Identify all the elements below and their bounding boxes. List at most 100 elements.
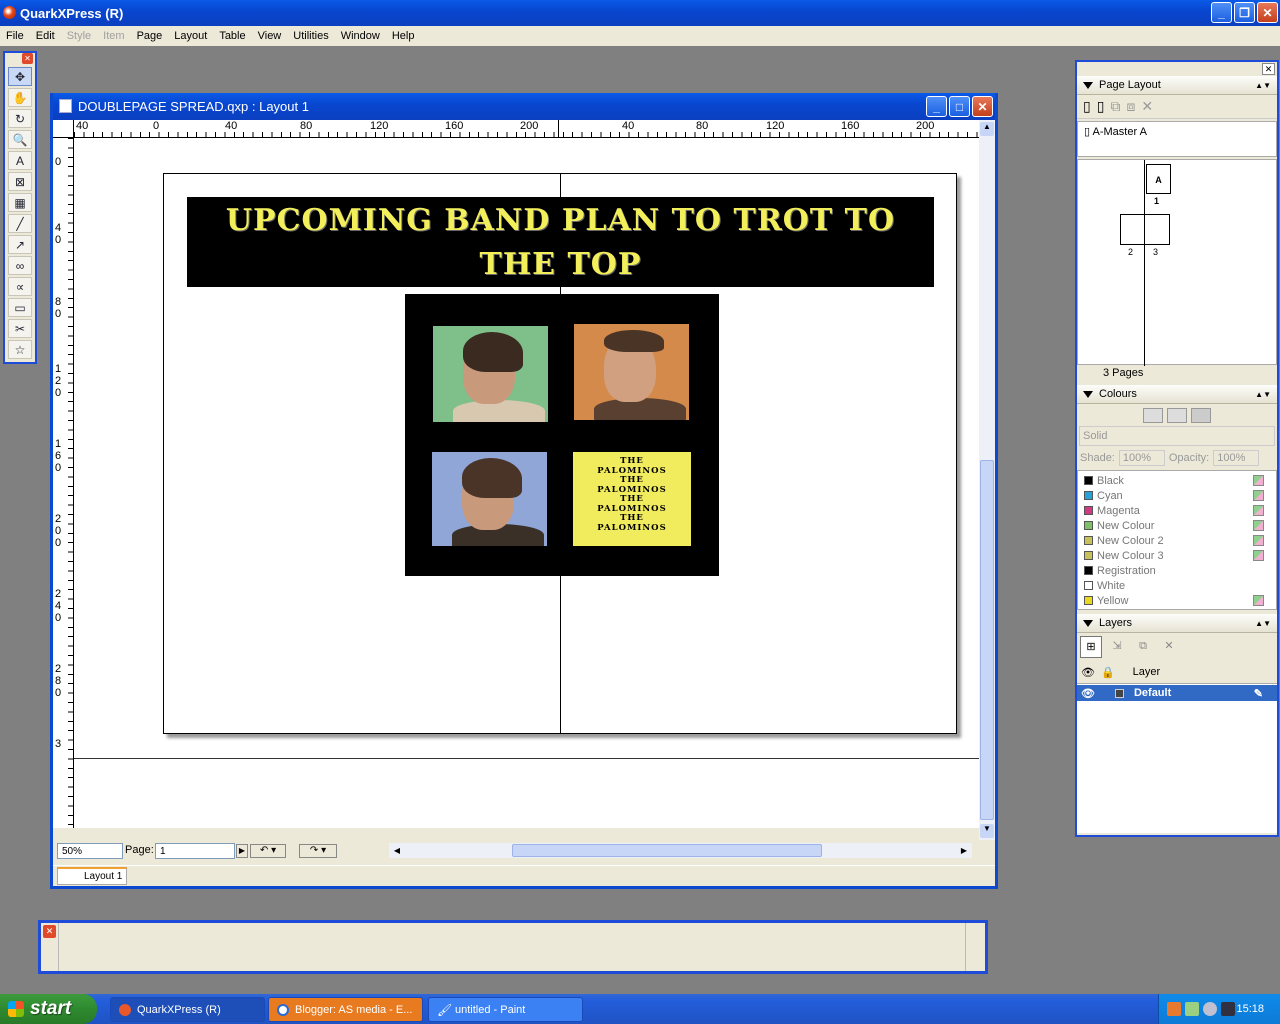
text-box-tool-icon[interactable]: A — [8, 151, 32, 170]
task-paint[interactable]: 🖌 untitled - Paint — [428, 997, 583, 1022]
horizontal-scroll-thumb[interactable] — [512, 844, 822, 857]
ruler-origin[interactable] — [53, 120, 74, 138]
scroll-up-button[interactable]: ▲ — [980, 122, 994, 136]
close-icon[interactable]: ✕ — [1262, 63, 1275, 75]
scissors-tool-icon[interactable]: ✂ — [8, 319, 32, 338]
palette-menu-icon[interactable]: ▲▼ — [1255, 619, 1271, 628]
tab-layout-1[interactable]: Layout 1 — [57, 867, 127, 885]
tray-network-icon[interactable] — [1185, 1002, 1199, 1016]
menu-page[interactable]: Page — [131, 30, 169, 42]
doc-minimize-button[interactable]: _ — [926, 96, 947, 117]
palette-menu-icon[interactable]: ▲▼ — [1255, 390, 1271, 399]
master-item[interactable]: A-Master A — [1093, 126, 1147, 138]
shade-field[interactable]: 100% — [1118, 450, 1165, 466]
vertical-ruler[interactable]: 0 4 0 8 0 1 2 0 1 6 0 2 0 0 2 4 0 2 8 0 … — [53, 138, 74, 828]
layer-row-default[interactable]: 👁 Default ✎ — [1077, 685, 1277, 701]
table-tool-icon[interactable]: ▦ — [8, 193, 32, 212]
spread-2-3-thumbnail[interactable] — [1120, 214, 1170, 245]
task-blogger[interactable]: Blogger: AS media - E... — [268, 997, 423, 1022]
headline-box[interactable]: Upcoming band plan to trot to the top — [187, 197, 934, 287]
unlink-tool-icon[interactable]: ∝ — [8, 277, 32, 296]
delete-page-icon[interactable]: ✕ — [1141, 98, 1153, 115]
single-page-icon[interactable]: ▯ — [1083, 98, 1091, 115]
colour-item[interactable]: White — [1078, 578, 1276, 593]
rotate-tool-icon[interactable]: ↻ — [8, 109, 32, 128]
visibility-icon[interactable]: 👁 — [1081, 687, 1095, 700]
colours-header[interactable]: Colours ▲▼ — [1077, 385, 1277, 404]
starburst-tool-icon[interactable]: ☆ — [8, 340, 32, 359]
colour-item[interactable]: Black — [1078, 473, 1276, 488]
apply-master-icon[interactable]: ⧈ — [1126, 98, 1135, 115]
vertical-scrollbar[interactable]: ▲ ▼ — [979, 120, 995, 840]
minimize-button[interactable]: _ — [1211, 2, 1232, 23]
new-layer-icon[interactable]: ⊞ — [1080, 636, 1102, 658]
page-spread[interactable]: Upcoming band plan to trot to the top TH… — [163, 173, 957, 734]
scroll-left-button[interactable]: ◀ — [390, 843, 404, 858]
menu-utilities[interactable]: Utilities — [287, 30, 334, 42]
colour-item[interactable]: Magenta — [1078, 503, 1276, 518]
menu-help[interactable]: Help — [386, 30, 421, 42]
palette-menu-icon[interactable]: ▲▼ — [1255, 81, 1271, 90]
zoom-field[interactable]: 50% — [57, 843, 123, 859]
colour-item[interactable]: Registration — [1078, 563, 1276, 578]
composition-zones-tool-icon[interactable]: ▭ — [8, 298, 32, 317]
menu-edit[interactable]: Edit — [30, 30, 61, 42]
frame-colour-icon[interactable] — [1143, 407, 1163, 423]
menu-layout[interactable]: Layout — [168, 30, 213, 42]
merge-layers-icon[interactable]: ⧉ — [1132, 636, 1154, 658]
menu-item[interactable]: Item — [97, 30, 130, 42]
band-member-photo-3[interactable] — [432, 452, 547, 546]
close-icon[interactable]: ✕ — [43, 925, 56, 938]
close-icon[interactable]: ✕ — [22, 53, 33, 64]
redo-button[interactable]: ↷ ▾ — [299, 844, 337, 858]
clock[interactable]: 15:18 — [1236, 1003, 1264, 1015]
doc-close-button[interactable]: ✕ — [972, 96, 993, 117]
menu-table[interactable]: Table — [213, 30, 251, 42]
master-list[interactable]: ▯ A-Master A — [1077, 121, 1277, 157]
menu-file[interactable]: File — [0, 30, 30, 42]
horizontal-scrollbar[interactable]: ◀ ▶ — [389, 843, 972, 858]
pasteboard[interactable]: Upcoming band plan to trot to the top TH… — [74, 138, 979, 828]
text-colour-icon[interactable] — [1167, 407, 1187, 423]
menu-view[interactable]: View — [252, 30, 288, 42]
item-tool-icon[interactable]: ✥ — [8, 67, 32, 86]
colour-item[interactable]: New Colour 2 — [1078, 533, 1276, 548]
layers-list[interactable]: 👁 Default ✎ — [1077, 683, 1277, 833]
doc-maximize-button[interactable]: □ — [949, 96, 970, 117]
colour-item[interactable]: New Colour — [1078, 518, 1276, 533]
band-member-photo-2[interactable] — [574, 324, 689, 420]
facing-page-icon[interactable]: ▯ — [1097, 98, 1105, 115]
colour-list[interactable]: Black Cyan Magenta New Colour New Colour 2 Ne… — [1077, 470, 1277, 610]
band-member-photo-1[interactable] — [433, 326, 548, 422]
vertical-scroll-thumb[interactable] — [980, 460, 994, 820]
zoom-tool-icon[interactable]: 🔍 — [8, 130, 32, 149]
close-button[interactable]: ✕ — [1257, 2, 1278, 23]
page-thumbnails[interactable]: A 1 2 3 — [1077, 159, 1277, 366]
task-quarkxpress[interactable]: QuarkXPress (R) — [110, 997, 265, 1022]
tray-monitor-icon[interactable] — [1221, 1002, 1235, 1016]
start-button[interactable]: start — [0, 994, 97, 1024]
colour-mode-select[interactable]: Solid — [1079, 426, 1275, 446]
menu-window[interactable]: Window — [335, 30, 386, 42]
menu-style[interactable]: Style — [61, 30, 97, 42]
page-1-thumbnail[interactable]: A — [1146, 164, 1171, 194]
colour-item[interactable]: New Colour 3 — [1078, 548, 1276, 563]
picture-box-tool-icon[interactable]: ⊠ — [8, 172, 32, 191]
photo-grid-box[interactable]: THE PALOMINOS THE PALOMINOS THE PALOMINO… — [405, 294, 719, 576]
undo-button[interactable]: ↶ ▾ — [250, 844, 286, 858]
palominos-text-box[interactable]: THE PALOMINOS THE PALOMINOS THE PALOMINO… — [573, 452, 691, 546]
scroll-down-button[interactable]: ▼ — [980, 824, 994, 838]
background-colour-icon[interactable] — [1191, 407, 1211, 423]
colour-item[interactable]: Cyan — [1078, 488, 1276, 503]
opacity-field[interactable]: 100% — [1213, 450, 1260, 466]
pan-tool-icon[interactable]: ✋ — [8, 88, 32, 107]
page-menu-arrow-icon[interactable]: ▶ — [236, 844, 248, 858]
page-field[interactable]: 1 — [155, 843, 235, 859]
line-tool-icon[interactable]: ╱ — [8, 214, 32, 233]
tray-app-icon[interactable] — [1167, 1002, 1181, 1016]
scroll-right-button[interactable]: ▶ — [957, 843, 971, 858]
page-layout-header[interactable]: Page Layout ▲▼ — [1077, 76, 1277, 95]
delete-layer-icon[interactable]: ✕ — [1158, 636, 1180, 658]
text-path-tool-icon[interactable]: ↗ — [8, 235, 32, 254]
horizontal-ruler[interactable]: 40 0 40 80 120 160 200 40 80 120 160 200 — [74, 120, 979, 138]
